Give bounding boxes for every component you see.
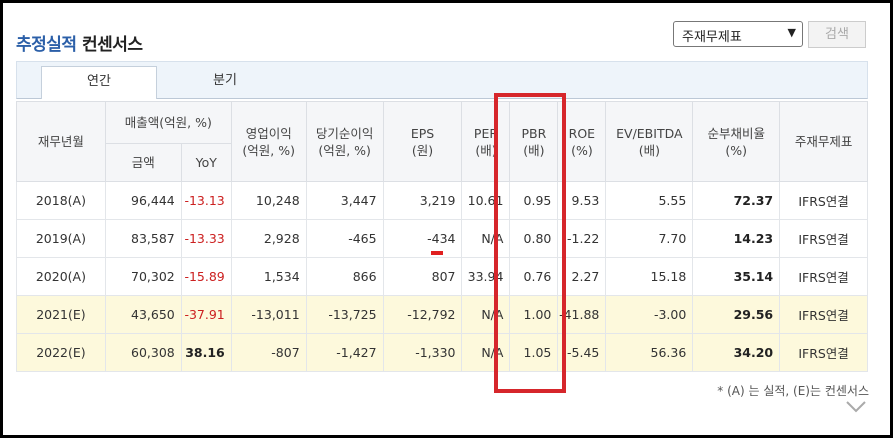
cell-per: N/A xyxy=(461,219,511,258)
cell-op: 1,534 xyxy=(230,257,307,296)
title-rest: 컨센서스 xyxy=(76,35,143,55)
table-row: 2022(E) 60,308 38.16 -807 -1,427 -1,330 N/A 1.0… xyxy=(16,333,868,372)
cell-op: -13,011 xyxy=(230,295,307,334)
cell-yoy: -15.89 xyxy=(180,257,232,296)
header-sales-amount: 금액 xyxy=(104,143,182,182)
cell-year: 2019(A) xyxy=(16,219,106,258)
cell-ev: 7.70 xyxy=(605,219,694,258)
table-row: 2020(A) 70,302 -15.89 1,534 866 807 33.94 0.76 2… xyxy=(16,257,868,296)
cell-sales: 60,308 xyxy=(104,333,182,372)
footnote: * (A) 는 실적, (E)는 컨센서스 xyxy=(717,384,869,398)
cell-net: -13,725 xyxy=(305,295,384,334)
cell-debt: 14.23 xyxy=(692,219,781,258)
cell-pbr: 1.00 xyxy=(509,295,559,334)
cell-ev: 15.18 xyxy=(605,257,694,296)
cell-roe: -41.88 xyxy=(557,295,607,334)
cell-eps: -1,330 xyxy=(382,333,463,372)
header-statement: 주재무제표 xyxy=(779,101,868,182)
cell-eps: 3,219 xyxy=(382,181,463,220)
header-net-income: 당기순이익 (억원, %) xyxy=(305,101,384,182)
cell-yoy: -13.33 xyxy=(180,219,232,258)
statement-select-value: 주재무제표 xyxy=(682,30,742,45)
cell-debt: 72.37 xyxy=(692,181,781,220)
cell-net: -465 xyxy=(305,219,384,258)
cell-roe: 9.53 xyxy=(557,181,607,220)
cell-stmt: IFRS연결 xyxy=(779,181,868,220)
cell-per: N/A xyxy=(461,295,511,334)
tab-annual[interactable]: 연간 xyxy=(41,66,157,99)
cell-yoy: -37.91 xyxy=(180,295,232,334)
cell-net: 866 xyxy=(305,257,384,296)
cell-eps: -12,792 xyxy=(382,295,463,334)
cell-per: 33.94 xyxy=(461,257,511,296)
search-button[interactable]: 검색 xyxy=(808,21,866,48)
red-underline-mark xyxy=(431,251,443,255)
cell-sales: 43,650 xyxy=(104,295,182,334)
cell-eps: -434 xyxy=(382,219,463,258)
cell-year: 2020(A) xyxy=(16,257,106,296)
cell-stmt: IFRS연결 xyxy=(779,295,868,334)
header-pbr: PBR (배) xyxy=(509,101,559,182)
cell-sales: 70,302 xyxy=(104,257,182,296)
cell-sales: 96,444 xyxy=(104,181,182,220)
cell-year: 2021(E) xyxy=(16,295,106,334)
cell-pbr: 1.05 xyxy=(509,333,559,372)
chevron-down-icon: ▼ xyxy=(787,26,796,39)
cell-debt: 34.20 xyxy=(692,333,781,372)
cell-op: -807 xyxy=(230,333,307,372)
cell-ev: -3.00 xyxy=(605,295,694,334)
cell-debt: 29.56 xyxy=(692,295,781,334)
table-row: 2021(E) 43,650 -37.91 -13,011 -13,725 -12,792… xyxy=(16,295,868,334)
cell-roe: -5.45 xyxy=(557,333,607,372)
header-roe: ROE (%) xyxy=(557,101,607,182)
cell-yoy: -13.13 xyxy=(180,181,232,220)
cell-stmt: IFRS연결 xyxy=(779,219,868,258)
header-op-profit: 영업이익 (억원, %) xyxy=(230,101,307,182)
cell-per: 10.61 xyxy=(461,181,511,220)
cell-stmt: IFRS연결 xyxy=(779,257,868,296)
cell-op: 2,928 xyxy=(230,219,307,258)
cell-yoy: 38.16 xyxy=(180,333,232,372)
cell-ev: 5.55 xyxy=(605,181,694,220)
statement-select[interactable]: 주재무제표 ▼ xyxy=(673,21,803,47)
cell-debt: 35.14 xyxy=(692,257,781,296)
chevron-down-icon[interactable] xyxy=(845,399,867,415)
cell-op: 10,248 xyxy=(230,181,307,220)
header-debt-ratio: 순부채비율 (%) xyxy=(692,101,781,182)
cell-year: 2022(E) xyxy=(16,333,106,372)
cell-roe: 2.27 xyxy=(557,257,607,296)
header-year: 재무년월 xyxy=(16,101,106,182)
cell-ev: 56.36 xyxy=(605,333,694,372)
consensus-table: 재무년월 매출액(억원, %) 영업이익 (억원, %) 당기순이익 (억원, %)… xyxy=(16,101,868,372)
cell-roe: -1.22 xyxy=(557,219,607,258)
cell-pbr: 0.95 xyxy=(509,181,559,220)
cell-year: 2018(A) xyxy=(16,181,106,220)
cell-net: -1,427 xyxy=(305,333,384,372)
header-sales: 매출액(억원, %) xyxy=(104,101,232,144)
page-title: 추정실적 컨센서스 xyxy=(16,30,143,55)
table-row: 2018(A) 96,444 -13.13 10,248 3,447 3,219 10.61… xyxy=(16,181,868,220)
header-ev-ebitda: EV/EBITDA (배) xyxy=(605,101,694,182)
header-eps: EPS (원) xyxy=(382,101,463,182)
title-highlight: 추정실적 xyxy=(16,35,77,55)
cell-pbr: 0.80 xyxy=(509,219,559,258)
cell-pbr: 0.76 xyxy=(509,257,559,296)
period-tabs: 연간 분기 xyxy=(16,61,868,99)
cell-sales: 83,587 xyxy=(104,219,182,258)
tab-quarterly[interactable]: 분기 xyxy=(167,66,283,99)
cell-per: N/A xyxy=(461,333,511,372)
header-sales-yoy: YoY xyxy=(180,143,232,182)
header-per: PER (배) xyxy=(461,101,511,182)
cell-net: 3,447 xyxy=(305,181,384,220)
cell-eps: 807 xyxy=(382,257,463,296)
cell-stmt: IFRS연결 xyxy=(779,333,868,372)
